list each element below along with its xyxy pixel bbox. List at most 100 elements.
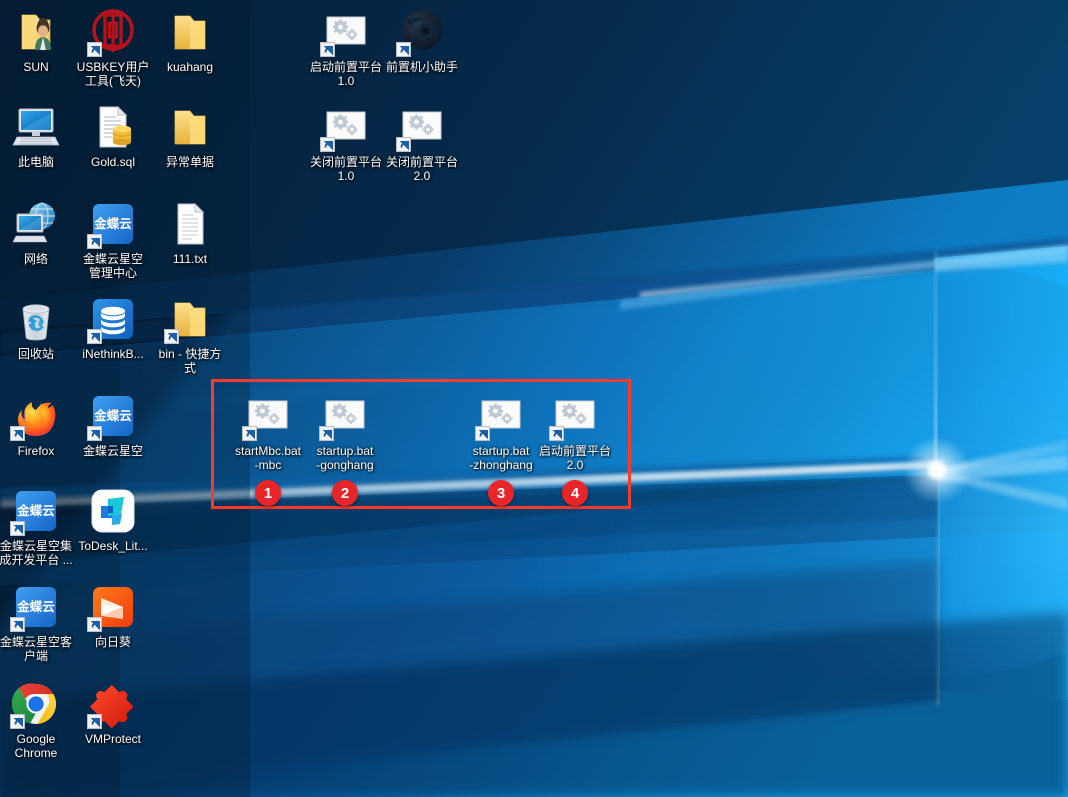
kingdee-tile-icon: 金蝶云 [87,392,137,441]
desktop-icon-label: 金蝶云星空集 成开发平台 ... [0,539,73,567]
desktop-icon-label: Firefox [17,444,55,458]
desktop-icon-gbqzpt10[interactable]: 关闭前置平台 1.0 [308,103,384,183]
text-doc-icon [166,200,214,248]
desktop-icon-label: 启动前置平台 1.0 [309,60,382,88]
desktop-icon-label: 关闭前置平台 1.0 [309,155,382,183]
shortcut-overlay-icon [10,521,25,536]
vmprotect-icon [87,680,137,729]
desktop-icon-qdqzpt10[interactable]: 启动前置平台 1.0 [308,8,384,88]
desktop-icon-yichangdanju[interactable]: 异常单据 [152,103,228,169]
desktop-icon-kingdee-admin[interactable]: 金蝶云金蝶云星空 管理中心 [75,200,151,280]
shortcut-overlay-icon [320,42,335,57]
firefox-icon [10,392,60,441]
bat-gear-icon [242,392,292,441]
kingdee-tile-icon: 金蝶云 [10,487,60,536]
bat-gear-icon [320,8,370,57]
shortcut-overlay-icon [475,426,490,441]
desktop-icon-inethink[interactable]: iNethinkB... [75,295,151,361]
desktop-icon-label: 关闭前置平台 2.0 [385,155,458,183]
step-badge-2: 2 [332,480,358,506]
desktop-icon-label: 此电脑 [17,155,54,169]
desktop-icon-qzjxzs[interactable]: 前置机小助手 [384,8,460,74]
desktop-icon-kuahang[interactable]: kuahang [152,8,228,74]
network-icon [12,200,60,248]
desktop-icon-label: 金蝶云星空 [82,444,143,458]
shortcut-overlay-icon [10,714,25,729]
desktop-icon-goldsql[interactable]: Gold.sql [75,103,151,169]
desktop-icon-label: ToDesk_Lit... [78,539,148,553]
desktop-icon-vmprotect[interactable]: VMProtect [75,680,151,746]
desktop-icon-kingdee-k3[interactable]: 金蝶云 金蝶云星空 [75,392,151,458]
db-tile-icon [87,295,137,344]
desktop-icon-label: 向日葵 [94,635,131,649]
bat-gear-icon [475,392,525,441]
todesk-icon [89,487,137,535]
shortcut-overlay-icon [396,137,411,152]
desktop-icon-gbqzpt20[interactable]: 关闭前置平台 2.0 [384,103,460,183]
shortcut-overlay-icon [87,426,102,441]
desktop-icon-label: 网络 [23,252,48,266]
computer-icon [12,103,60,151]
desktop-icon-recyclebin[interactable]: 回收站 [0,295,74,361]
desktop-icon-label: SUN [23,60,49,74]
shortcut-overlay-icon [10,426,25,441]
shortcut-overlay-icon [549,426,564,441]
desktop-icon-usbkey[interactable]: USBKEY用户 工具(飞天) [75,8,151,88]
bat-gear-icon [319,392,369,441]
desktop-icon-network[interactable]: 网络 [0,200,74,266]
desktop-icon-label: startMbc.bat -mbc [234,444,302,472]
desktop-icon-label: iNethinkB... [82,347,144,361]
desktop-icon-qdqzpt20[interactable]: 启动前置平台 2.0 [537,392,613,472]
kingdee-tile-icon: 金蝶云 [87,200,137,249]
desktop-icon-kingdee-client[interactable]: 金蝶云金蝶云星空客 户端 [0,583,74,663]
bat-gear-icon [320,103,370,152]
folder-icon [164,295,214,344]
desktop-icon-label: USBKEY用户 工具(飞天) [76,60,150,88]
desktop-icon-label: Google Chrome [14,732,58,760]
step-badge-1: 1 [255,480,281,506]
shortcut-overlay-icon [87,714,102,729]
desktop-icon-startup-zh[interactable]: startup.bat -zhonghang [463,392,539,472]
chrome-icon [10,680,60,729]
desktop-icon-label: 金蝶云星空客 户端 [0,635,72,663]
desktop-icon-area[interactable]: SUN USBKEY用户 工具(飞天) kuahang 启动前置平台 1.0 前… [0,0,1068,797]
desktop-icon-label: 回收站 [17,347,54,361]
desktop-icon-label: kuahang [166,60,214,74]
shortcut-overlay-icon [396,42,411,57]
recycle-bin-icon [12,295,60,343]
desktop-icon-111txt[interactable]: 111.txt [152,200,228,266]
desktop-icon-label: 启动前置平台 2.0 [538,444,611,472]
desktop-icon-label: 金蝶云星空 管理中心 [82,252,143,280]
desktop-icon-todesk[interactable]: ToDesk_Lit... [75,487,151,553]
svg-text:金蝶云: 金蝶云 [93,216,132,231]
shortcut-overlay-icon [319,426,334,441]
desktop-icon-bin-shortcut[interactable]: bin - 快捷方 式 [152,295,228,375]
desktop-icon-label: 前置机小助手 [385,60,458,74]
folder-icon [166,103,214,151]
desktop-icon-label: startup.bat -zhonghang [469,444,533,472]
desktop-icon-label: 异常单据 [165,155,214,169]
desktop-icon-thispc[interactable]: 此电脑 [0,103,74,169]
shortcut-overlay-icon [242,426,257,441]
desktop-icon-firefox[interactable]: Firefox [0,392,74,458]
bat-gear-icon [549,392,599,441]
desktop-icon-label: VMProtect [84,732,141,746]
desktop-icon-startmbc[interactable]: startMbc.bat -mbc [230,392,306,472]
shortcut-overlay-icon [87,617,102,632]
desktop-icon-label: startup.bat -gonghang [316,444,374,472]
folder-user-icon [12,8,60,56]
shortcut-overlay-icon [87,329,102,344]
shortcut-overlay-icon [320,137,335,152]
desktop-icon-kingdee-bos[interactable]: 金蝶云金蝶云星空集 成开发平台 ... [0,487,74,567]
desktop-icon-chrome[interactable]: Google Chrome [0,680,74,760]
desktop-icon-sun[interactable]: SUN [0,8,74,74]
desktop-icon-startup-gh[interactable]: startup.bat -gonghang [307,392,383,472]
sql-doc-icon [89,103,137,151]
step-badge-3: 3 [488,480,514,506]
svg-text:金蝶云: 金蝶云 [16,599,55,614]
shortcut-overlay-icon [87,42,102,57]
desktop-icon-label: 111.txt [172,252,208,266]
sunlogin-icon [87,583,137,632]
shortcut-overlay-icon [10,617,25,632]
desktop-icon-sunlogin[interactable]: 向日葵 [75,583,151,649]
